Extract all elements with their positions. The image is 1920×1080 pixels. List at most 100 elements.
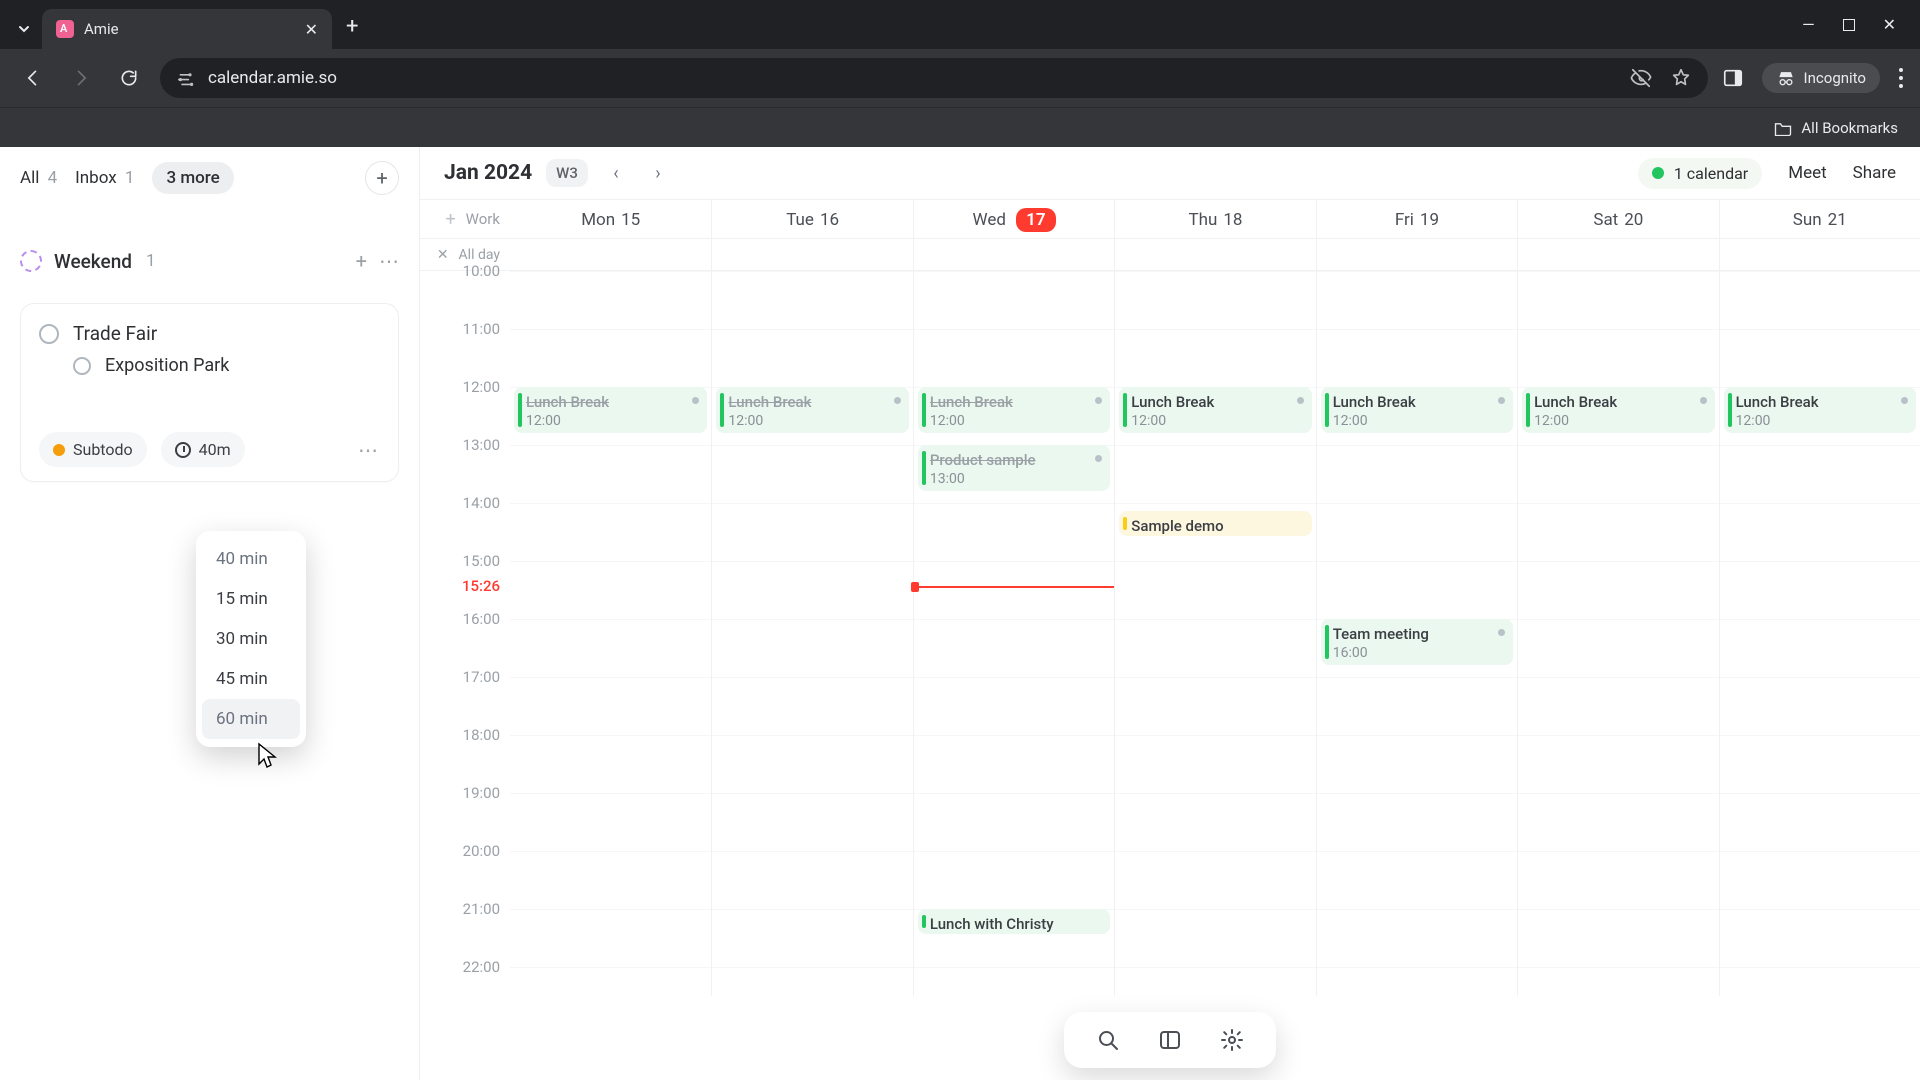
browser-tab[interactable]: Amie ✕	[42, 9, 332, 49]
calendar-event[interactable]: Lunch Break12:00	[1724, 387, 1916, 433]
search-button[interactable]	[1094, 1026, 1122, 1054]
todo-checkbox[interactable]	[39, 324, 59, 344]
calendar-event[interactable]: Lunch with Christy	[918, 909, 1110, 934]
next-week-button[interactable]: ›	[644, 159, 672, 187]
day-header-fri[interactable]: Fri19	[1316, 200, 1517, 238]
todo-card: Trade Fair Exposition Park Subtodo 40m ⋯	[20, 303, 399, 482]
url-text: calendar.amie.so	[208, 68, 337, 88]
day-header-tue[interactable]: Tue16	[711, 200, 912, 238]
week-chip[interactable]: W3	[546, 159, 588, 187]
day-header-mon[interactable]: Mon15	[510, 200, 711, 238]
event-time: 12:00	[526, 413, 699, 429]
subtodo-dot-icon	[53, 444, 65, 456]
calendar-event[interactable]: Lunch Break12:00	[716, 387, 908, 433]
new-tab-button[interactable]: +	[346, 14, 358, 39]
list-menu-button[interactable]: ⋯	[379, 249, 399, 273]
browser-menu-icon[interactable]	[1898, 67, 1904, 89]
card-menu-button[interactable]: ⋯	[358, 438, 380, 462]
subtodo-item[interactable]: Exposition Park	[73, 355, 380, 376]
add-list-button[interactable]: +	[365, 161, 399, 195]
window-close-button[interactable]: ✕	[1883, 15, 1896, 34]
bookmark-star-icon[interactable]	[1670, 67, 1692, 89]
hour-label: 17:00	[463, 668, 500, 686]
event-title: Team meeting	[1333, 625, 1505, 643]
duration-chip[interactable]: 40m	[161, 432, 245, 467]
list-add-button[interactable]: +	[356, 249, 367, 273]
hour-label: 22:00	[463, 958, 500, 976]
calendar-event[interactable]: Lunch Break12:00	[918, 387, 1110, 433]
todo-item[interactable]: Trade Fair	[39, 322, 380, 345]
address-bar[interactable]: calendar.amie.so	[160, 58, 1708, 98]
incognito-icon	[1776, 70, 1796, 86]
filter-more[interactable]: 3 more	[152, 162, 233, 194]
day-header-sat[interactable]: Sat20	[1517, 200, 1718, 238]
calendar-event[interactable]: Product sample 13:00	[918, 445, 1110, 491]
clock-icon	[175, 442, 191, 458]
all-bookmarks-button[interactable]: All Bookmarks	[1773, 119, 1898, 137]
todo-title: Trade Fair	[73, 322, 157, 345]
event-status-dot-icon	[1700, 397, 1707, 404]
duration-option-15[interactable]: 15 min	[202, 579, 300, 619]
duration-option-30[interactable]: 30 min	[202, 619, 300, 659]
folder-icon	[1773, 120, 1793, 136]
duration-option-40[interactable]: 40 min	[202, 539, 300, 579]
share-button[interactable]: Share	[1853, 163, 1896, 183]
nav-forward-button[interactable]	[64, 61, 98, 95]
calendar-event[interactable]: Lunch Break 12:00	[1321, 387, 1513, 433]
tab-search-button[interactable]	[10, 15, 38, 43]
nav-back-button[interactable]	[16, 61, 50, 95]
hour-label: 11:00	[463, 320, 500, 338]
sidepanel-icon[interactable]	[1722, 67, 1744, 89]
work-hours-label[interactable]: Work	[466, 210, 500, 228]
day-header-wed[interactable]: Wed 17	[913, 200, 1114, 238]
event-time: 12:00	[1333, 413, 1505, 429]
day-header-sun[interactable]: Sun21	[1719, 200, 1920, 238]
filter-all[interactable]: All 4	[20, 168, 57, 188]
event-time: 12:00	[1534, 413, 1706, 429]
subtodo-title: Exposition Park	[105, 355, 229, 376]
hour-label: 13:00	[463, 436, 500, 454]
tab-title: Amie	[84, 20, 119, 38]
site-settings-icon[interactable]	[176, 70, 196, 86]
gutter-add-button[interactable]: +	[445, 209, 455, 230]
calendar-event[interactable]: Sample demo	[1119, 511, 1311, 536]
duration-option-45[interactable]: 45 min	[202, 659, 300, 699]
calendars-chip[interactable]: 1 calendar	[1638, 158, 1762, 189]
event-title: Lunch Break	[1333, 393, 1505, 411]
window-minimize-button[interactable]: —	[1802, 15, 1815, 34]
eye-off-icon[interactable]	[1630, 67, 1652, 89]
window-maximize-button[interactable]	[1843, 19, 1855, 31]
event-title: Lunch Break	[1131, 393, 1303, 411]
settings-button[interactable]	[1218, 1026, 1246, 1054]
meet-button[interactable]: Meet	[1788, 163, 1826, 183]
event-title: Product sample	[930, 451, 1102, 469]
subtodo-chip[interactable]: Subtodo	[39, 432, 147, 467]
event-time: 13:00	[930, 471, 1102, 487]
event-status-dot-icon	[1901, 397, 1908, 404]
toggle-sidebar-button[interactable]	[1156, 1026, 1184, 1054]
floating-toolbar	[1064, 1012, 1276, 1068]
allday-collapse-icon[interactable]: ✕	[437, 247, 449, 263]
filter-inbox[interactable]: Inbox 1	[75, 168, 134, 188]
event-status-dot-icon	[1297, 397, 1304, 404]
all-bookmarks-label: All Bookmarks	[1801, 119, 1898, 137]
hour-label: 10:00	[463, 262, 500, 280]
hour-label: 18:00	[463, 726, 500, 744]
calendar-event[interactable]: Lunch Break12:00	[514, 387, 707, 433]
tab-close-icon[interactable]: ✕	[305, 20, 318, 39]
subtodo-checkbox[interactable]	[73, 357, 91, 375]
prev-week-button[interactable]: ‹	[602, 159, 630, 187]
list-name[interactable]: Weekend	[54, 250, 132, 273]
incognito-chip[interactable]: Incognito	[1762, 63, 1880, 93]
nav-reload-button[interactable]	[112, 61, 146, 95]
event-title: Lunch Break	[1534, 393, 1706, 411]
event-time: 12:00	[728, 413, 900, 429]
day-header-thu[interactable]: Thu18	[1114, 200, 1315, 238]
calendar-event[interactable]: Team meeting16:00	[1321, 619, 1513, 665]
duration-option-60[interactable]: 60 min	[202, 699, 300, 739]
calendar-dot-icon	[1652, 167, 1664, 179]
list-color-icon	[20, 250, 42, 272]
calendar-event[interactable]: Lunch Break12:00	[1119, 387, 1311, 433]
calendar-event[interactable]: Lunch Break 12:00	[1522, 387, 1714, 433]
list-count: 1	[146, 251, 156, 271]
